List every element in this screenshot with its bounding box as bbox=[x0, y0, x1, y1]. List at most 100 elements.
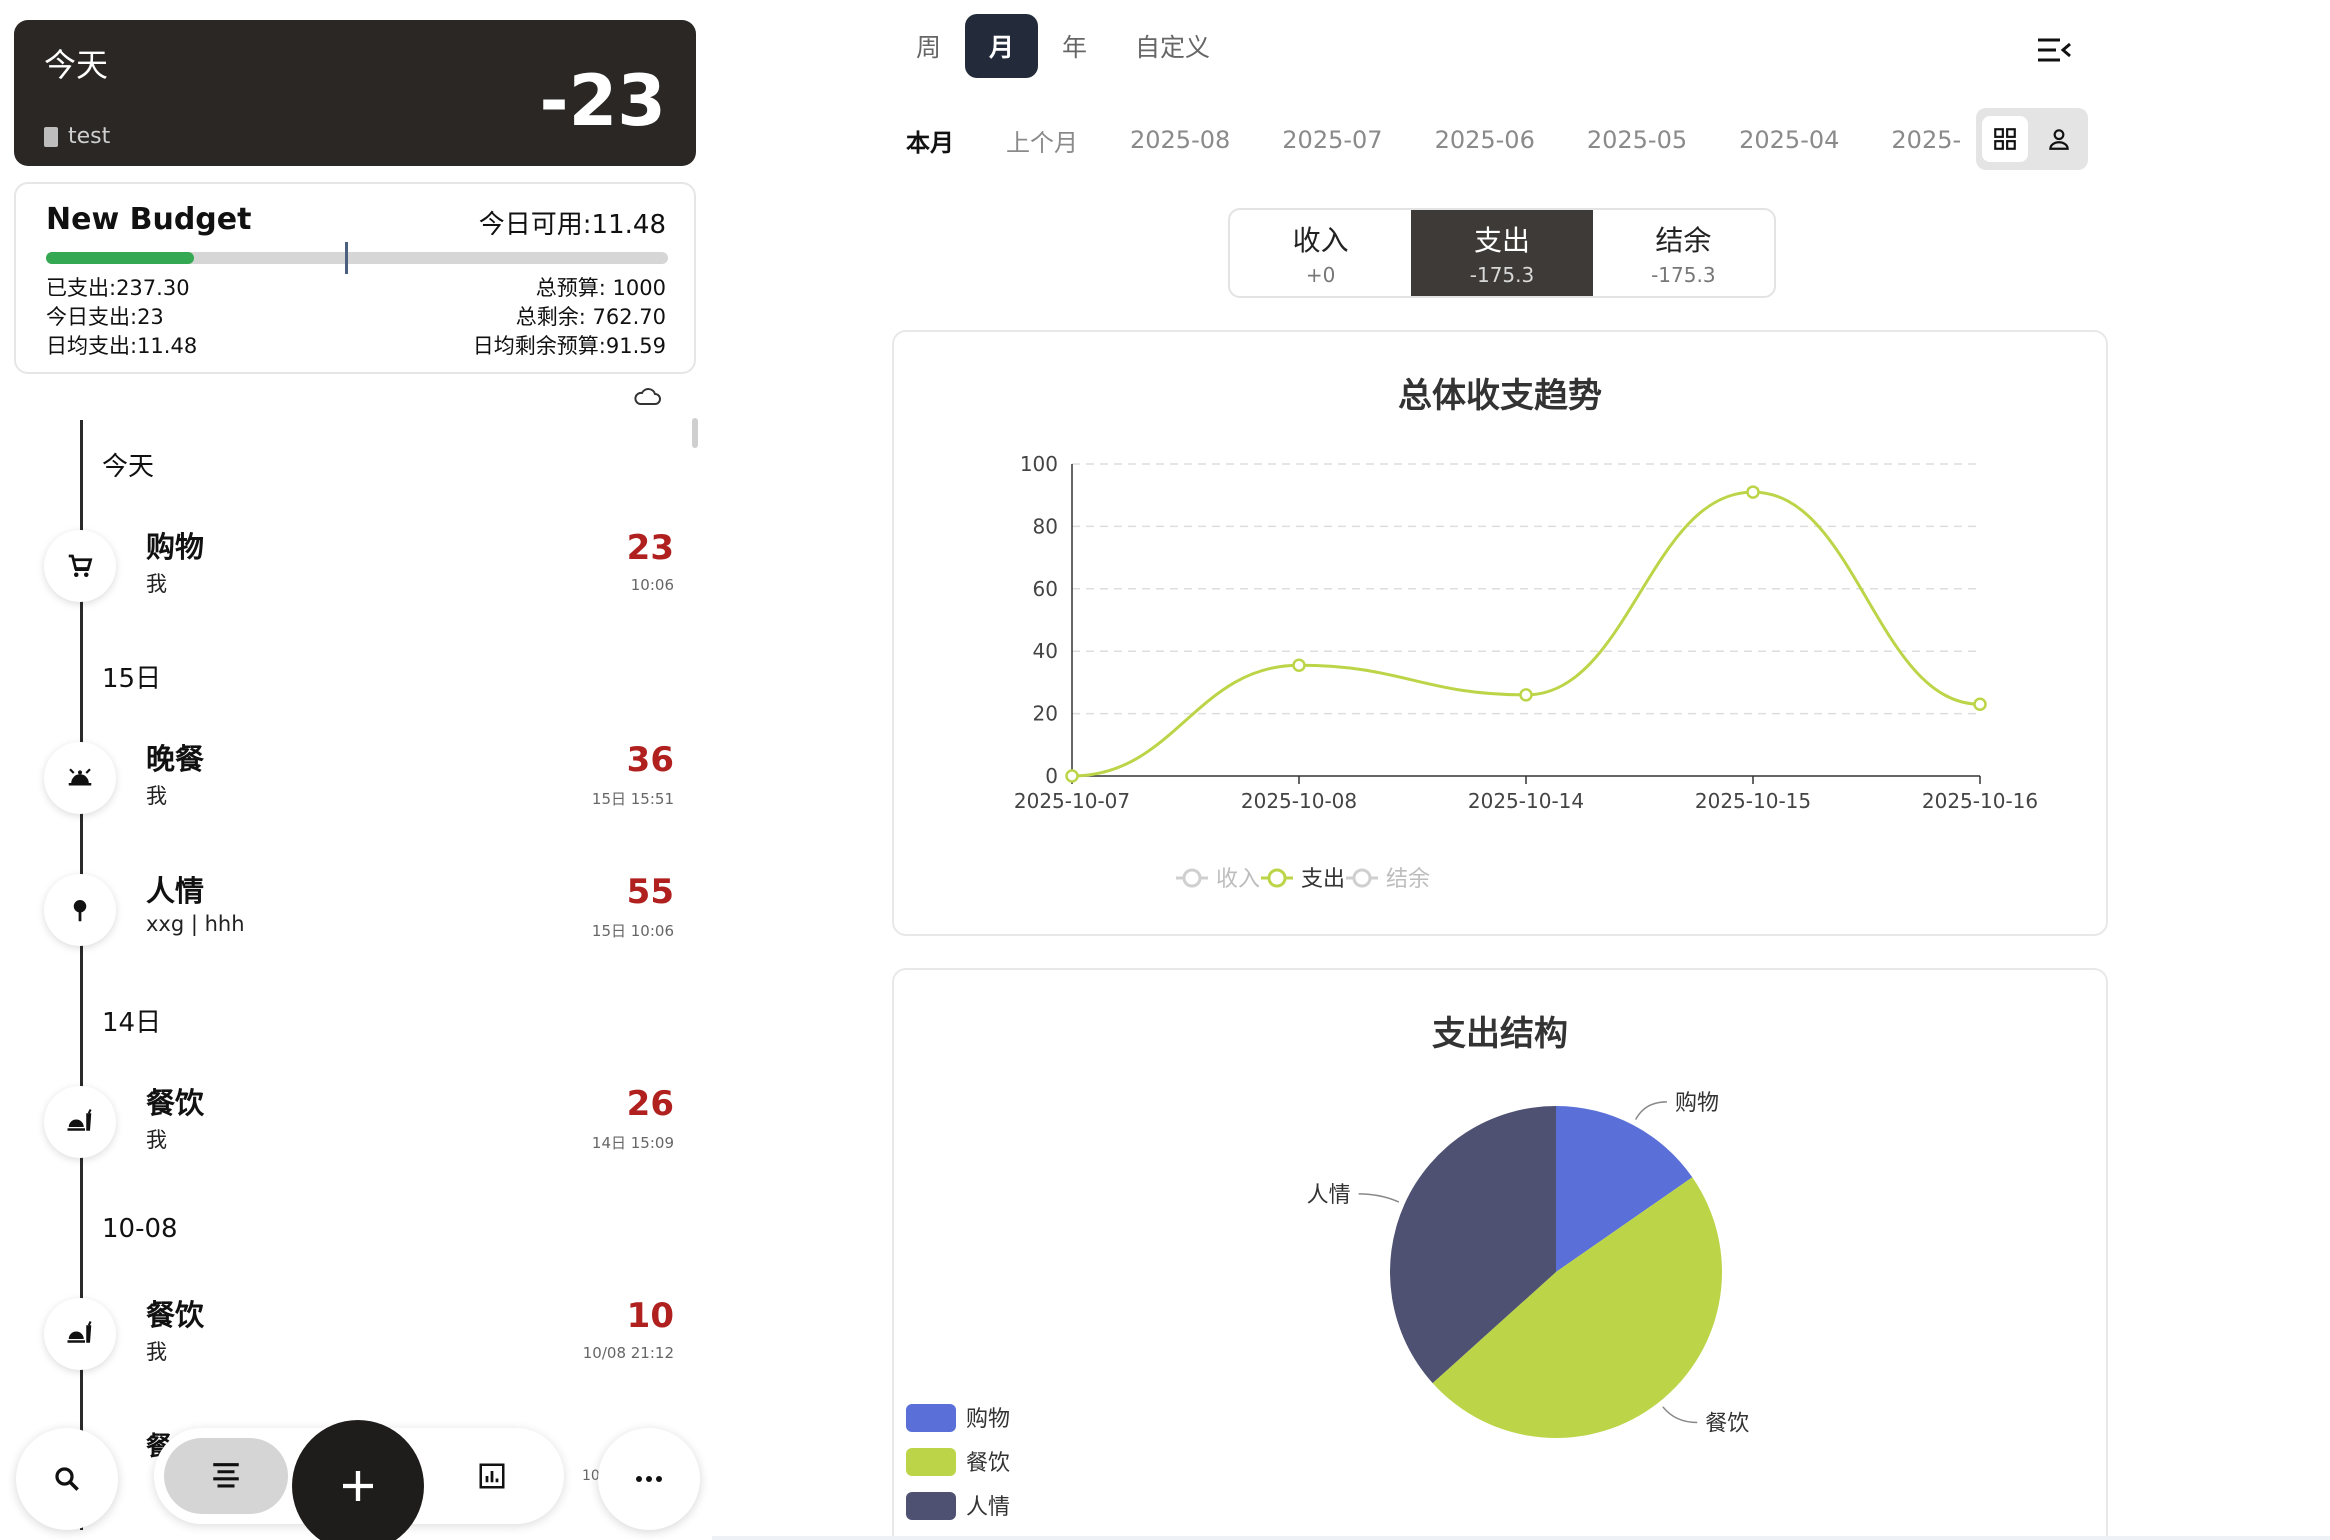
ledger-name[interactable]: test bbox=[44, 124, 110, 149]
y-tick-label: 80 bbox=[1033, 514, 1058, 538]
pie-legend-label: 购物 bbox=[966, 1407, 1010, 1432]
pie-legend-swatch bbox=[906, 1492, 956, 1520]
tab-year[interactable]: 年 bbox=[1038, 14, 1111, 78]
summary-balance[interactable]: 结余 -175.3 bbox=[1593, 210, 1774, 296]
transaction-category: 购物 bbox=[146, 530, 205, 564]
tab-custom[interactable]: 自定义 bbox=[1111, 14, 1234, 78]
budget-progress-fill bbox=[46, 252, 194, 264]
range-2025-03[interactable]: 2025-0 bbox=[1865, 126, 1960, 154]
range-2025-08[interactable]: 2025-08 bbox=[1104, 126, 1256, 154]
summary-income-value: +0 bbox=[1305, 263, 1336, 287]
range-this-month[interactable]: 本月 bbox=[880, 123, 980, 158]
data-point bbox=[1519, 688, 1533, 702]
summary-income[interactable]: 收入 +0 bbox=[1230, 210, 1411, 296]
bottom-nav: 10/ bbox=[0, 1408, 712, 1540]
transaction-amount: 26 bbox=[626, 1084, 674, 1124]
pie-legend-label: 人情 bbox=[966, 1495, 1010, 1520]
data-point bbox=[1746, 485, 1760, 499]
data-point bbox=[1973, 697, 1987, 711]
data-point bbox=[1292, 658, 1306, 672]
tab-month[interactable]: 月 bbox=[965, 14, 1039, 78]
y-tick-label: 0 bbox=[1045, 764, 1058, 788]
budget-card[interactable]: New Budget 今日可用:11.48 已支出:237.30 总预算: 100… bbox=[14, 182, 696, 374]
budget-stats: 已支出:237.30 总预算: 1000 今日支出:23 总剩余: 762.70 日… bbox=[46, 274, 666, 361]
day-label-today: 今天 bbox=[102, 446, 155, 483]
transaction-amount: 10 bbox=[626, 1296, 674, 1336]
range-2025-04[interactable]: 2025-04 bbox=[1713, 126, 1865, 154]
summary-expense[interactable]: 支出 -175.3 bbox=[1411, 210, 1593, 296]
legend-marker bbox=[1182, 868, 1202, 888]
transaction-time: 10:06 bbox=[630, 576, 674, 594]
budget-daily-remaining: 日均剩余预算:91.59 bbox=[472, 334, 666, 358]
range-tabs: 本月 上个月 2025-08 2025-07 2025-06 2025-05 2… bbox=[880, 112, 1960, 168]
transaction-category: 餐饮 bbox=[146, 1298, 205, 1332]
grid-view-button[interactable] bbox=[1982, 116, 2028, 162]
cloud-sync-icon[interactable] bbox=[632, 385, 662, 407]
budget-progress-bar bbox=[46, 242, 668, 274]
transaction-user: 我 bbox=[146, 1128, 167, 1152]
pie-label: 购物 bbox=[1675, 1091, 1719, 1116]
budget-total: 总预算: 1000 bbox=[535, 276, 666, 300]
book-icon bbox=[44, 126, 58, 147]
list-view-button[interactable] bbox=[164, 1438, 288, 1514]
pie-label-line bbox=[1635, 1101, 1667, 1120]
transactions-panel: 今天 -23 test New Budget 今日可用:11.48 已支出:23… bbox=[0, 0, 712, 1540]
y-tick-label: 100 bbox=[1020, 452, 1058, 476]
budget-remaining: 总剩余: 762.70 bbox=[515, 305, 666, 329]
pie-chart-card: 支出结构 购物 餐饮 人情 购物 餐饮 人情 bbox=[892, 968, 2108, 1540]
bottom-strip bbox=[712, 1536, 2330, 1540]
range-2025-07[interactable]: 2025-07 bbox=[1256, 126, 1408, 154]
search-icon bbox=[55, 1467, 79, 1491]
more-button[interactable] bbox=[598, 1428, 700, 1530]
scrollbar-thumb[interactable] bbox=[692, 418, 698, 448]
food-icon bbox=[44, 1086, 116, 1158]
budget-daily-avg: 日均支出:11.48 bbox=[46, 334, 198, 358]
data-point bbox=[1065, 769, 1079, 783]
summary-balance-label: 结余 bbox=[1655, 224, 1712, 257]
add-transaction-button[interactable] bbox=[292, 1420, 424, 1540]
range-last-month[interactable]: 上个月 bbox=[980, 123, 1104, 158]
transaction-amount: 36 bbox=[626, 740, 674, 780]
today-summary-card[interactable]: 今天 -23 test bbox=[14, 20, 696, 166]
transaction-item[interactable]: 晚餐 我 36 15日 15:51 bbox=[44, 736, 674, 816]
search-button[interactable] bbox=[16, 1428, 118, 1530]
x-tick-label: 2025-10-15 bbox=[1695, 789, 1811, 813]
y-tick-label: 60 bbox=[1033, 577, 1058, 601]
transaction-user: xxg | hhh bbox=[146, 912, 245, 936]
menu-collapse-icon[interactable] bbox=[2036, 36, 2072, 64]
transaction-item[interactable]: 餐饮 我 10 10/08 21:12 bbox=[44, 1292, 674, 1372]
stats-view-button[interactable] bbox=[472, 1456, 512, 1496]
transaction-user: 我 bbox=[146, 1340, 167, 1364]
transaction-time: 15日 15:51 bbox=[591, 790, 674, 808]
x-tick-label: 2025-10-16 bbox=[1922, 789, 2038, 813]
pie-chart: 购物餐饮人情购物餐饮人情 bbox=[906, 1091, 1749, 1520]
transaction-item[interactable]: 购物 我 23 10:06 bbox=[44, 524, 674, 604]
transaction-item[interactable]: 人情 xxg | hhh 55 15日 10:06 bbox=[44, 868, 674, 948]
pie-legend-swatch bbox=[906, 1448, 956, 1476]
pie-label-line bbox=[1358, 1193, 1400, 1203]
transaction-item[interactable]: 餐饮 我 26 14日 15:09 bbox=[44, 1080, 674, 1160]
legend-label: 收入 bbox=[1216, 867, 1260, 892]
summary-income-label: 收入 bbox=[1292, 224, 1349, 257]
plus-icon bbox=[343, 1471, 373, 1501]
transaction-time: 15日 10:06 bbox=[591, 922, 674, 940]
member-view-button[interactable] bbox=[2036, 116, 2082, 162]
budget-spent: 已支出:237.30 bbox=[46, 276, 190, 300]
legend-marker bbox=[1352, 868, 1372, 888]
range-2025-05[interactable]: 2025-05 bbox=[1561, 126, 1713, 154]
food-icon bbox=[44, 1298, 116, 1370]
transaction-category: 餐饮 bbox=[146, 1086, 205, 1120]
summary-balance-value: -175.3 bbox=[1651, 263, 1716, 287]
trend-chart-card: 总体收支趋势 0 20 40 60 80 100 2025-10-07 2025-10-08 2… bbox=[892, 330, 2108, 936]
x-tick-label: 2025-10-14 bbox=[1468, 789, 1584, 813]
x-tick-label: 2025-10-08 bbox=[1241, 789, 1357, 813]
budget-today-spent: 今日支出:23 bbox=[46, 305, 164, 329]
transaction-category: 晚餐 bbox=[146, 742, 205, 776]
today-label: 今天 bbox=[44, 46, 109, 84]
y-tick-label: 20 bbox=[1033, 702, 1058, 726]
transaction-amount: 23 bbox=[626, 528, 674, 568]
range-2025-06[interactable]: 2025-06 bbox=[1409, 126, 1561, 154]
tab-week[interactable]: 周 bbox=[892, 14, 965, 78]
ledger-label: test bbox=[68, 124, 111, 149]
pie-legend-swatch bbox=[906, 1404, 956, 1432]
